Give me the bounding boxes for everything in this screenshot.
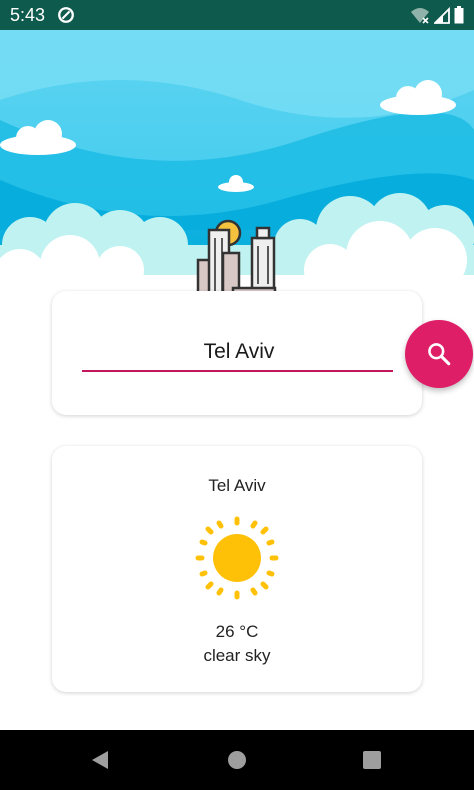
back-icon[interactable] [90,750,110,770]
recents-icon[interactable] [363,751,381,769]
home-icon[interactable] [228,751,246,769]
weather-city-name: Tel Aviv [208,476,266,495]
navigation-bar [0,730,474,790]
search-icon [428,343,451,366]
status-icons [410,6,464,24]
status-time: 5:43 [10,5,46,25]
weather-description: clear sky [203,646,271,665]
wifi-off-icon [411,8,429,24]
signal-icon [434,6,450,24]
temperature: 26 °C [215,622,259,641]
search-card [52,291,422,415]
battery-icon [454,6,464,24]
input-underline [82,370,393,372]
city-search-input[interactable] [82,331,396,373]
weather-card: Tel Aviv 26 °C clear sky [52,446,422,692]
status-bar: 5:43 [0,0,474,30]
data-saver-icon [58,7,74,23]
search-button[interactable] [405,320,473,388]
sun-icon [195,516,279,600]
